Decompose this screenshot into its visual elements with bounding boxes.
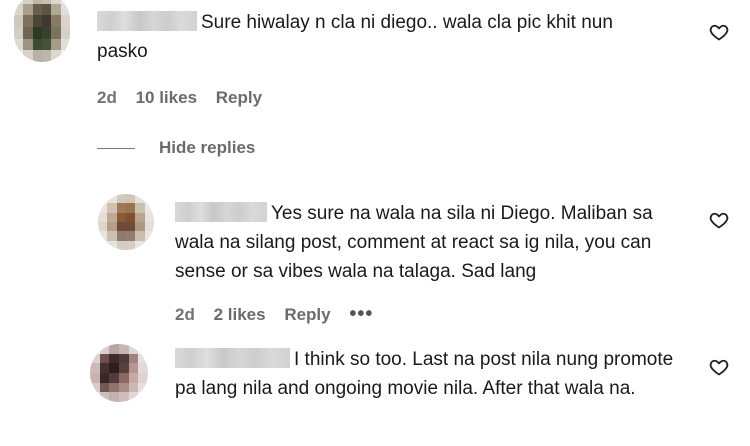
reply-text: Yes sure na wala na sila ni Diego. Malib… xyxy=(175,202,653,282)
reply-comment: I think so too. Last na post nila nung p… xyxy=(0,340,750,446)
more-options-icon[interactable]: ••• xyxy=(349,303,373,325)
avatar[interactable] xyxy=(14,0,70,62)
likes-count[interactable]: 10 likes xyxy=(136,88,197,107)
comment-meta: 2d 10 likes Reply xyxy=(97,88,276,108)
username[interactable] xyxy=(97,11,197,31)
reply-button[interactable]: Reply xyxy=(284,305,330,324)
reply-meta: 2d 2 likes Reply ••• xyxy=(175,303,387,326)
comment: Sure hiwalay n cla ni diego.. wala cla p… xyxy=(0,0,750,130)
reply-text: I think so too. Last na post nila nung p… xyxy=(175,348,674,399)
heart-outline-icon xyxy=(709,212,729,229)
heart-outline-icon xyxy=(709,24,729,41)
like-button[interactable] xyxy=(709,22,729,42)
avatar[interactable] xyxy=(90,344,148,402)
likes-count[interactable]: 2 likes xyxy=(214,305,266,324)
hide-replies-button[interactable]: Hide replies xyxy=(97,138,255,158)
comment-text: Sure hiwalay n cla ni diego.. wala cla p… xyxy=(97,11,613,62)
like-button[interactable] xyxy=(709,210,729,230)
username[interactable] xyxy=(175,348,290,368)
like-button[interactable] xyxy=(709,357,729,377)
username[interactable] xyxy=(175,202,267,222)
avatar[interactable] xyxy=(98,194,154,250)
reply-button[interactable]: Reply xyxy=(216,88,262,107)
reply-comment: Yes sure na wala na sila ni Diego. Malib… xyxy=(0,190,750,330)
divider-line xyxy=(97,147,135,149)
timestamp[interactable]: 2d xyxy=(97,88,117,107)
heart-outline-icon xyxy=(709,359,729,376)
hide-replies-label: Hide replies xyxy=(159,138,256,157)
timestamp[interactable]: 2d xyxy=(175,305,195,324)
